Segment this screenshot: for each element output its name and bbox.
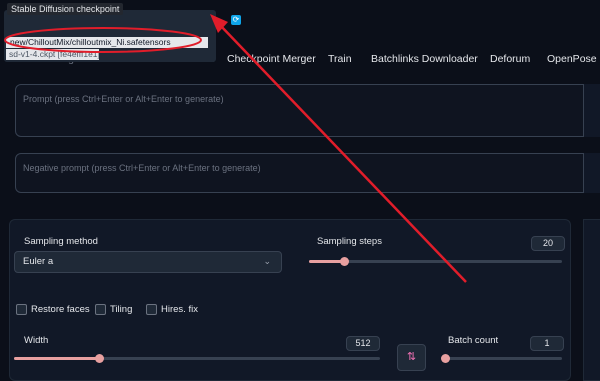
tab-train[interactable]: Train	[328, 53, 352, 65]
tiling-checkbox[interactable]	[95, 304, 106, 315]
tab-openpose-editor[interactable]: OpenPose Ed	[547, 53, 600, 65]
checkpoint-label: Stable Diffusion checkpoint	[7, 3, 124, 15]
hires-fix-checkbox[interactable]	[146, 304, 157, 315]
negative-prompt-side-panel	[583, 153, 600, 193]
checkpoint-option-sd14[interactable]: sd-v1-4.ckpt [fe4efff1e1]	[6, 49, 99, 60]
tab-batchlinks-downloader[interactable]: Batchlinks Downloader	[371, 53, 478, 65]
sampling-method-label: Sampling method	[24, 236, 98, 247]
batch-count-track[interactable]	[441, 357, 562, 360]
batch-count-label: Batch count	[448, 335, 499, 346]
sampling-steps-label: Sampling steps	[317, 236, 382, 247]
restore-faces-checkbox[interactable]	[16, 304, 27, 315]
prompt-input[interactable]: Prompt (press Ctrl+Enter or Alt+Enter to…	[15, 84, 600, 137]
width-input[interactable]: 512	[346, 336, 380, 351]
chevron-down-icon: ⌄	[263, 256, 271, 266]
batch-count-slider-thumb[interactable]	[441, 354, 450, 363]
sampling-steps-slider-thumb[interactable]	[340, 257, 349, 266]
checkpoint-option-chilloutmix[interactable]: new/ChilloutMix/chilloutmix_Ni.safetenso…	[6, 37, 208, 48]
restore-faces-label: Restore faces	[31, 304, 90, 315]
negative-prompt-input[interactable]: Negative prompt (press Ctrl+Enter or Alt…	[15, 153, 600, 193]
tab-checkpoint-merger[interactable]: Checkpoint Merger	[227, 53, 316, 65]
sampling-steps-input[interactable]: 20	[531, 236, 565, 251]
sampling-method-value: Euler a	[23, 256, 54, 267]
tab-deforum[interactable]: Deforum	[490, 53, 530, 65]
width-label: Width	[24, 335, 49, 346]
width-fill	[14, 357, 100, 360]
right-side-panel	[583, 219, 600, 381]
width-slider-thumb[interactable]	[95, 354, 104, 363]
batch-count-input[interactable]: 1	[530, 336, 564, 351]
tiling-label: Tiling	[110, 304, 133, 315]
prompt-side-panel	[583, 84, 600, 137]
refresh-icon[interactable]: ⟳	[231, 15, 241, 25]
swap-icon[interactable]: ⇅	[397, 344, 426, 371]
sampling-method-select[interactable]: Euler a ⌄	[14, 251, 282, 273]
hires-fix-label: Hires. fix	[161, 304, 198, 315]
